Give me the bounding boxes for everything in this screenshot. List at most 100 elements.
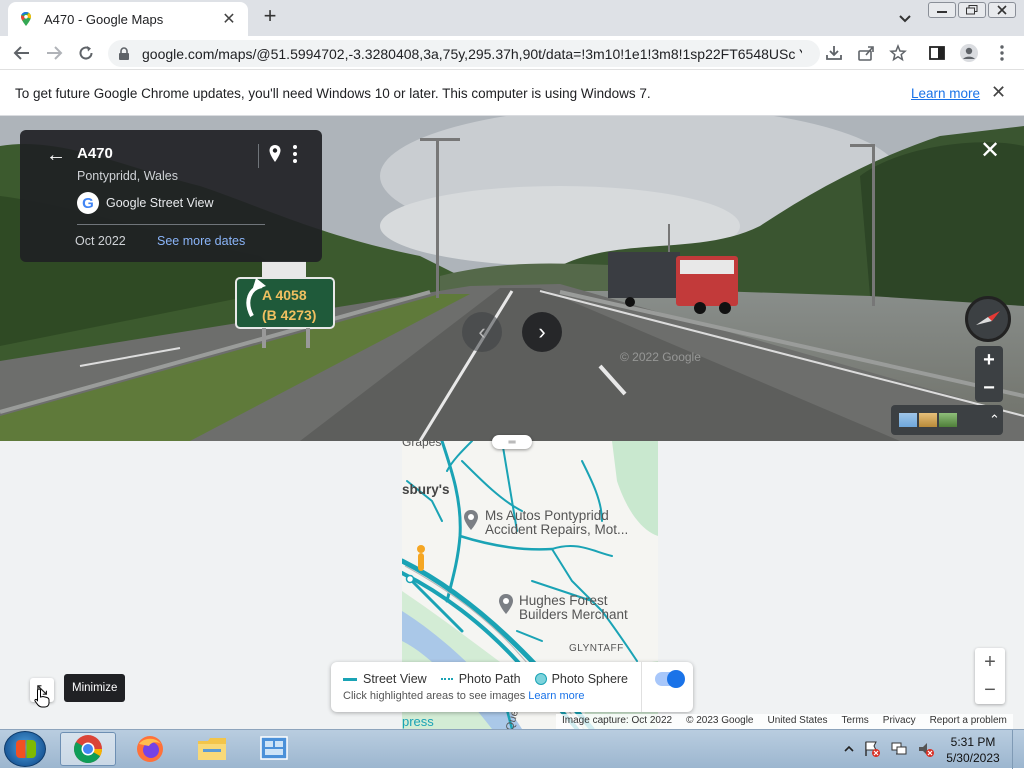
legend-divider xyxy=(641,662,642,712)
share-button[interactable] xyxy=(856,43,876,63)
thumbnail-2[interactable] xyxy=(919,413,937,427)
location-label: Pontypridd, Wales xyxy=(77,169,178,183)
taskbar-explorer[interactable] xyxy=(184,732,240,766)
sv-zoom-in-button[interactable]: + xyxy=(975,346,1003,374)
back-arrow-icon[interactable]: ← xyxy=(46,144,66,167)
infobar-message: To get future Google Chrome updates, you… xyxy=(15,86,651,101)
current-position-marker xyxy=(405,574,415,584)
poi-ms-autos-name: Ms Autos Pontypridd xyxy=(485,508,609,523)
taskbar-chrome[interactable] xyxy=(60,732,116,766)
map-panel[interactable]: The Queens Grapes sbury's Ms Autos Ponty… xyxy=(0,441,1024,729)
install-app-button[interactable] xyxy=(824,43,844,63)
restore-window-icon xyxy=(966,5,978,15)
poi-hughes-forest[interactable]: Hughes Forest Builders Merchant xyxy=(519,594,628,622)
copyright-label: © 2023 Google xyxy=(686,715,754,726)
chrome-icon xyxy=(74,735,102,763)
windows-logo-icon xyxy=(16,740,36,758)
close-street-view-icon[interactable]: ✕ xyxy=(980,136,1000,165)
prev-arrow-button[interactable]: ‹ xyxy=(462,312,502,352)
poi-pin-icon[interactable] xyxy=(497,593,515,615)
report-problem-link[interactable]: Report a problem xyxy=(930,715,1007,728)
side-panel-button[interactable] xyxy=(927,43,947,63)
location-pin-icon[interactable] xyxy=(268,144,282,164)
coverage-toggle[interactable] xyxy=(655,670,685,688)
windows-taskbar: 5:31 PM 5/30/2023 xyxy=(0,729,1024,769)
map-zoom-out-button[interactable]: − xyxy=(975,676,1005,704)
see-more-dates-link[interactable]: See more dates xyxy=(157,234,245,248)
system-clock[interactable]: 5:31 PM 5/30/2023 xyxy=(943,734,1003,766)
system-tray xyxy=(844,740,935,758)
minimize-window-icon xyxy=(937,11,947,13)
poi-ms-autos-desc: Accident Repairs, Mot... xyxy=(485,522,629,537)
reload-button[interactable] xyxy=(74,41,98,65)
lock-icon[interactable] xyxy=(118,46,130,61)
url-text: google.com/maps/@51.5994702,-3.3280408,3… xyxy=(142,45,802,62)
taskbar-control-panel[interactable] xyxy=(246,732,302,766)
back-button[interactable] xyxy=(10,41,34,65)
more-options-icon[interactable] xyxy=(292,144,298,164)
photo-sphere-dot-icon xyxy=(534,673,547,685)
infobar-close-icon[interactable]: ✕ xyxy=(991,82,1006,103)
compass-icon[interactable] xyxy=(965,296,1011,342)
map-label-sainsburys: sbury's xyxy=(402,482,450,497)
street-view-panorama[interactable]: A 4058 (B 4273) © 2022 Google ← A470 Pon… xyxy=(0,116,1024,441)
panel-drag-handle[interactable]: ═ xyxy=(492,435,532,449)
poi-ms-autos[interactable]: Ms Autos Pontypridd Accident Repairs, Mo… xyxy=(485,509,628,537)
share-icon xyxy=(858,46,874,61)
country-link[interactable]: United States xyxy=(768,715,828,728)
network-icon[interactable] xyxy=(890,740,908,758)
next-arrow-button[interactable]: › xyxy=(522,312,562,352)
sv-zoom-out-button[interactable]: − xyxy=(975,374,1003,402)
side-panel-icon xyxy=(929,46,945,60)
pegman-icon[interactable] xyxy=(417,545,425,571)
poi-hughes-forest-name: Hughes Forest xyxy=(519,593,608,608)
thumbnail-3[interactable] xyxy=(939,413,957,427)
profile-button[interactable] xyxy=(959,43,979,63)
taskbar-firefox[interactable] xyxy=(122,732,178,766)
forward-arrow-icon xyxy=(47,46,63,60)
google-logo-icon: G xyxy=(77,192,99,214)
road-sign-line1: A 4058 xyxy=(262,287,307,303)
road-name: A470 xyxy=(77,145,113,162)
legend-learn-more-link[interactable]: Learn more xyxy=(528,690,584,702)
bookmark-button[interactable] xyxy=(888,43,908,63)
kebab-menu-icon xyxy=(1000,45,1004,61)
action-center-flag-icon[interactable] xyxy=(863,740,881,758)
expand-thumbnails-icon[interactable]: ⌃ xyxy=(989,412,1000,428)
road-sign-line2: (B 4273) xyxy=(262,307,316,323)
tab-search-chevron-icon[interactable] xyxy=(896,9,914,27)
window-restore-button[interactable] xyxy=(958,2,986,18)
tab-close-icon[interactable]: ✕ xyxy=(220,9,238,29)
terms-link[interactable]: Terms xyxy=(842,715,869,728)
tab-google-maps[interactable]: A470 - Google Maps ✕ xyxy=(8,2,248,36)
poi-pin-icon[interactable] xyxy=(462,509,480,531)
chrome-menu-button[interactable] xyxy=(992,43,1012,63)
star-icon xyxy=(889,44,907,62)
show-desktop-button[interactable] xyxy=(1012,730,1024,769)
show-hidden-icons-icon[interactable] xyxy=(844,744,854,754)
privacy-link[interactable]: Privacy xyxy=(883,715,916,728)
infobar-learn-more-link[interactable]: Learn more xyxy=(911,86,980,101)
legend-hint: Click highlighted areas to see images Le… xyxy=(343,690,585,702)
new-tab-button[interactable]: + xyxy=(258,5,282,29)
map-label-grapes: Grapes xyxy=(402,441,442,449)
clock-date: 5/30/2023 xyxy=(946,751,1000,765)
street-view-zoom-control: + − xyxy=(975,346,1003,402)
volume-muted-icon[interactable] xyxy=(917,740,935,758)
address-bar[interactable]: google.com/maps/@51.5994702,-3.3280408,3… xyxy=(108,40,820,67)
window-minimize-button[interactable] xyxy=(928,2,956,18)
start-button[interactable] xyxy=(4,731,46,767)
firefox-icon xyxy=(137,736,163,762)
avatar-icon xyxy=(960,44,978,62)
back-arrow-icon xyxy=(13,46,29,60)
photo-thumbnails-strip[interactable]: ⌃ xyxy=(891,405,1003,435)
forward-button[interactable] xyxy=(42,41,66,65)
toggle-knob xyxy=(667,670,685,688)
street-view-info-card: ← A470 Pontypridd, Wales G Google Street… xyxy=(20,130,322,262)
hand-cursor-icon xyxy=(34,688,50,708)
tab-title: A470 - Google Maps xyxy=(44,11,164,27)
capture-date: Oct 2022 xyxy=(75,234,126,248)
thumbnail-1[interactable] xyxy=(899,413,917,427)
window-close-button[interactable] xyxy=(988,2,1016,18)
map-zoom-in-button[interactable]: + xyxy=(975,648,1005,676)
